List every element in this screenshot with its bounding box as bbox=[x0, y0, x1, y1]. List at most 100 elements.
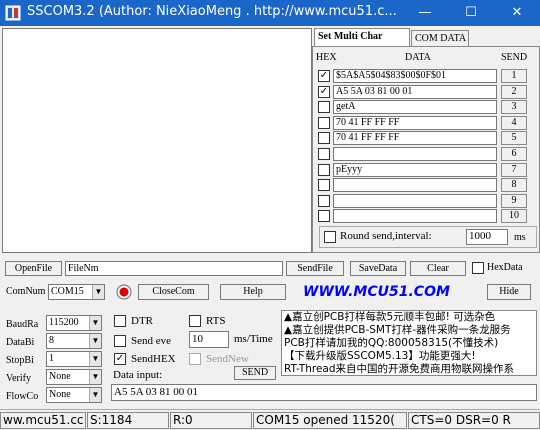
data-cell[interactable]: $5A$A5$04$83$00$0F$01 bbox=[333, 69, 497, 83]
clear-button[interactable]: Clear bbox=[410, 261, 466, 276]
data-cell[interactable] bbox=[333, 178, 497, 193]
title-bar: SSCOM3.2 (Author: NieXiaoMeng . http://w… bbox=[0, 0, 540, 26]
site-logo: WWW.MCU51.COM bbox=[303, 284, 450, 300]
com-num-select[interactable]: COM15 ▼ bbox=[48, 284, 105, 300]
help-button[interactable]: Help bbox=[220, 284, 286, 300]
hex-checkbox[interactable] bbox=[318, 101, 330, 114]
maximize-button[interactable]: ☐ bbox=[448, 0, 494, 26]
round-send-label: Round send,interval: bbox=[340, 230, 432, 242]
hex-checkbox[interactable] bbox=[318, 163, 330, 176]
status-received-count: R:0 bbox=[170, 412, 252, 429]
window-title: SSCOM3.2 (Author: NieXiaoMeng . http://w… bbox=[27, 4, 397, 19]
data-cell[interactable] bbox=[333, 193, 497, 208]
minimize-button[interactable]: — bbox=[402, 0, 448, 26]
send-every-checkbox[interactable] bbox=[114, 335, 126, 347]
send-row-button[interactable]: 1 bbox=[501, 69, 527, 83]
interval-unit: ms bbox=[514, 232, 526, 243]
data-cell[interactable]: A5 5A 03 81 00 01 bbox=[333, 84, 497, 99]
data-cell[interactable] bbox=[333, 209, 497, 224]
send-file-button[interactable]: SendFile bbox=[286, 261, 344, 276]
send-row-button[interactable]: 8 bbox=[501, 178, 527, 193]
interval-input[interactable]: 1000 bbox=[466, 229, 508, 245]
com-num-value: COM15 bbox=[51, 286, 84, 297]
send-hex-checkbox[interactable]: ✓ bbox=[114, 353, 126, 365]
flow-control-value: None bbox=[49, 389, 71, 400]
send-row-button[interactable]: 9 bbox=[501, 193, 527, 208]
info-line: PCB打样请加我的QQ:800058315(不懂技术) bbox=[284, 337, 499, 349]
send-row-button[interactable]: 2 bbox=[501, 84, 527, 99]
data-bits-select[interactable]: 8 ▼ bbox=[46, 333, 102, 349]
hex-checkbox[interactable] bbox=[318, 148, 330, 160]
data-cell[interactable] bbox=[333, 147, 497, 161]
verify-select[interactable]: None ▼ bbox=[46, 369, 102, 385]
info-line: 【下载升级版SSCOM5.13】功能更强大! bbox=[284, 350, 476, 362]
status-site: ww.mcu51.cc bbox=[0, 412, 86, 429]
multi-char-panel: Set Multi Char COM DATA HEX DATA SEND Ro… bbox=[312, 28, 540, 253]
baud-rate-value: 115200 bbox=[49, 317, 79, 328]
hide-button[interactable]: Hide bbox=[487, 284, 531, 300]
data-bits-value: 8 bbox=[49, 335, 54, 346]
chevron-down-icon: ▼ bbox=[89, 388, 101, 402]
hex-checkbox[interactable]: ✓ bbox=[318, 85, 330, 98]
stop-bits-value: 1 bbox=[49, 353, 54, 364]
chevron-down-icon: ▼ bbox=[92, 285, 104, 299]
port-status-icon bbox=[116, 284, 132, 300]
rts-checkbox[interactable] bbox=[189, 315, 201, 327]
send-row-button[interactable]: 5 bbox=[501, 131, 527, 146]
verify-label: Verify bbox=[6, 373, 31, 384]
data-cell[interactable]: pEyyy bbox=[333, 162, 497, 177]
hex-checkbox[interactable] bbox=[318, 116, 330, 129]
ms-time-label: ms/Time bbox=[234, 333, 273, 345]
hex-checkbox[interactable] bbox=[318, 132, 330, 145]
send-every-input[interactable]: 10 bbox=[189, 331, 229, 348]
data-cell[interactable]: 70 41 FF FF FF bbox=[333, 131, 497, 146]
send-row-button[interactable]: 7 bbox=[501, 162, 527, 177]
hex-checkbox[interactable] bbox=[318, 194, 330, 207]
flow-control-select[interactable]: None ▼ bbox=[46, 387, 102, 403]
status-port: COM15 opened 11520( bbox=[253, 412, 407, 429]
data-bits-label: DataBi bbox=[6, 337, 35, 348]
verify-value: None bbox=[49, 371, 71, 382]
tab-com-data[interactable]: COM DATA bbox=[411, 30, 469, 47]
flow-control-label: FlowCo bbox=[6, 391, 39, 402]
status-sent-count: S:1184 bbox=[87, 412, 169, 429]
send-button[interactable]: SEND bbox=[234, 366, 276, 380]
send-new-label: SendNew bbox=[206, 353, 249, 365]
hex-column-header: HEX bbox=[316, 52, 337, 63]
info-line: ▲嘉立创提供PCB-SMT打样-器件采购一条龙服务 bbox=[284, 324, 511, 336]
info-line: RT-Thread来自中国的开源免费商用物联网操作系 bbox=[284, 363, 515, 375]
close-com-button[interactable]: CloseCom bbox=[138, 284, 209, 300]
round-send-checkbox[interactable] bbox=[324, 231, 336, 243]
save-data-button[interactable]: SaveData bbox=[350, 261, 406, 276]
info-line: ▲嘉立创PCB打样每款5元顺丰包邮! 可选杂色 bbox=[284, 311, 496, 323]
hex-checkbox[interactable]: ✓ bbox=[318, 70, 330, 82]
open-file-button[interactable]: OpenFile bbox=[5, 261, 62, 276]
hex-checkbox[interactable] bbox=[318, 179, 330, 192]
send-row-button[interactable]: 10 bbox=[501, 209, 527, 224]
send-row-button[interactable]: 4 bbox=[501, 115, 527, 130]
chevron-down-icon: ▼ bbox=[89, 370, 101, 384]
data-cell[interactable]: getA bbox=[333, 100, 497, 115]
app-icon bbox=[5, 5, 21, 21]
status-lines: CTS=0 DSR=0 R bbox=[408, 412, 540, 429]
data-cell[interactable]: 70 41 FF FF FF bbox=[333, 115, 497, 130]
stop-bits-select[interactable]: 1 ▼ bbox=[46, 351, 102, 367]
close-button[interactable]: ✕ bbox=[494, 0, 540, 26]
send-new-checkbox[interactable] bbox=[189, 353, 201, 365]
tab-body: HEX DATA SEND Round send,interval: 1000 … bbox=[312, 46, 540, 253]
receive-textarea[interactable] bbox=[2, 28, 312, 253]
tab-set-multi-char[interactable]: Set Multi Char bbox=[314, 28, 410, 47]
data-input-field[interactable]: A5 5A 03 81 00 01 bbox=[111, 384, 537, 401]
hex-data-checkbox[interactable] bbox=[472, 262, 484, 274]
send-hex-label: SendHEX bbox=[131, 353, 176, 365]
dtr-checkbox[interactable] bbox=[114, 315, 126, 327]
send-row-button[interactable]: 6 bbox=[501, 147, 527, 161]
baud-rate-select[interactable]: 115200 ▼ bbox=[46, 315, 102, 331]
file-name-input[interactable]: FileNm bbox=[65, 261, 283, 276]
data-column-header: DATA bbox=[405, 52, 431, 63]
hex-checkbox[interactable] bbox=[318, 210, 330, 223]
send-row-button[interactable]: 3 bbox=[501, 100, 527, 115]
send-every-label: Send eve bbox=[131, 335, 172, 347]
round-send-group: Round send,interval: 1000 ms bbox=[319, 226, 537, 248]
chevron-down-icon: ▼ bbox=[89, 352, 101, 366]
